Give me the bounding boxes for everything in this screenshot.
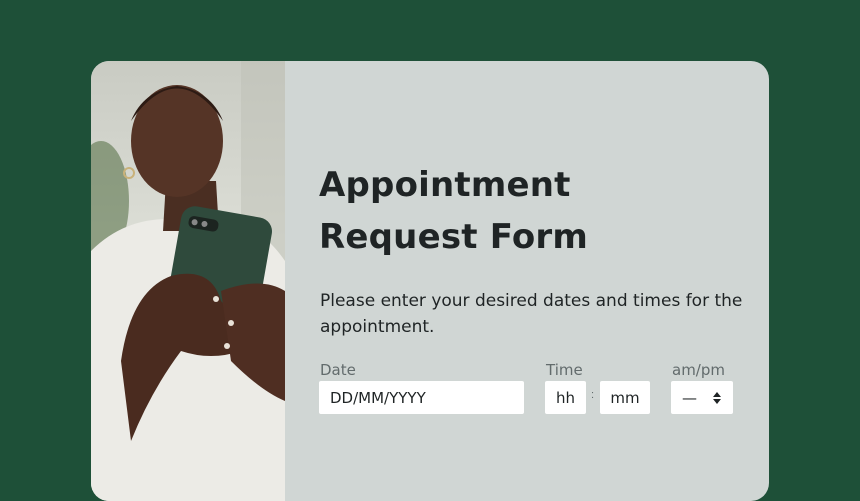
form-panel: Appointment Request Form Please enter yo… [285, 61, 769, 501]
ampm-value: — [682, 388, 697, 407]
date-input[interactable] [319, 381, 524, 414]
appointment-card: Appointment Request Form Please enter yo… [91, 61, 769, 501]
minute-input[interactable]: mm [600, 381, 650, 414]
hour-placeholder: hh [555, 388, 575, 407]
hour-input[interactable]: hh [545, 381, 586, 414]
ampm-select[interactable]: — [671, 381, 733, 414]
time-label: Time [546, 361, 583, 379]
date-label: Date [320, 361, 356, 379]
minute-placeholder: mm [610, 388, 640, 407]
form-description: Please enter your desired dates and time… [320, 291, 743, 337]
sort-arrows-icon [713, 391, 721, 404]
person-with-phone-photo [91, 61, 285, 501]
date-field [319, 381, 524, 414]
title-line-2: Request Form [319, 217, 588, 257]
time-separator: : [591, 389, 595, 401]
ampm-label: am/pm [672, 361, 725, 379]
form-title: Appointment Request Form [319, 159, 639, 263]
title-line-1: Appointment [319, 165, 571, 205]
